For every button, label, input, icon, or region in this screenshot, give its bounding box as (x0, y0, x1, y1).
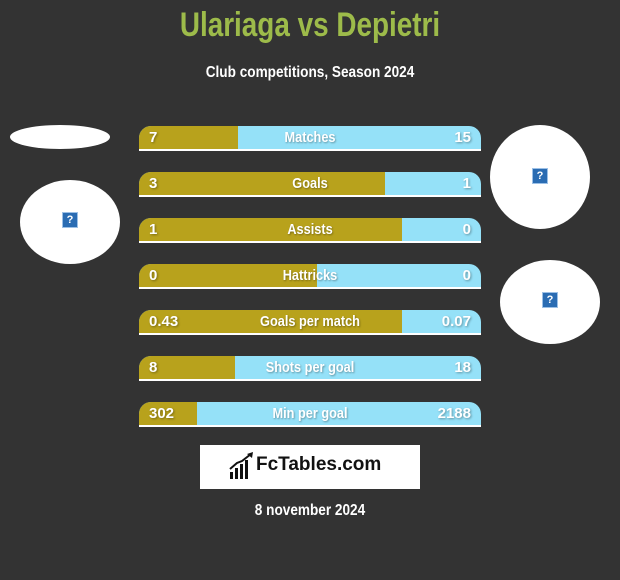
report-date: 8 november 2024 (254, 502, 366, 519)
stat-bar-goals-per-match: 0.43 Goals per match 0.07 (139, 310, 481, 335)
left-value: 3 (149, 175, 158, 192)
stat-label: Assists (287, 221, 333, 238)
bar-chart-icon (229, 452, 253, 479)
right-value: 0 (462, 221, 471, 238)
image-placeholder-icon: ? (532, 168, 548, 184)
right-team-badge: ? (500, 260, 600, 344)
right-value: 1 (462, 175, 471, 192)
right-value: 18 (454, 359, 471, 376)
image-placeholder-icon: ? (542, 292, 558, 308)
stat-bar-shots-per-goal: 8 Shots per goal 18 (139, 356, 481, 381)
right-value: 0 (462, 267, 471, 284)
stat-label: Shots per goal (265, 359, 355, 376)
left-value: 0 (149, 267, 158, 284)
page-title: Ulariaga vs Depietri (179, 6, 441, 44)
right-value: 2188 (437, 405, 471, 422)
left-player-photo: ? (20, 180, 120, 264)
left-value: 8 (149, 359, 158, 376)
stat-label: Hattricks (282, 267, 338, 284)
right-player-photo: ? (490, 125, 590, 229)
stat-label: Goals (292, 175, 328, 192)
stat-bar-matches: 7 Matches 15 (139, 126, 481, 151)
logo-text: FcTables.com (256, 454, 382, 475)
stat-bar-goals: 3 Goals 1 (139, 172, 481, 197)
left-value: 1 (149, 221, 158, 238)
stat-label: Matches (284, 129, 336, 146)
left-value: 7 (149, 129, 158, 146)
page-subtitle: Club competitions, Season 2024 (205, 64, 415, 81)
right-value: 15 (454, 129, 471, 146)
stat-label: Goals per match (260, 313, 360, 330)
stat-bar-hattricks: 0 Hattricks 0 (139, 264, 481, 289)
stat-label: Min per goal (272, 405, 348, 422)
left-team-badge (10, 125, 110, 149)
stat-bar-min-per-goal: 302 Min per goal 2188 (139, 402, 481, 427)
image-placeholder-icon: ? (62, 212, 78, 228)
right-value: 0.07 (441, 313, 471, 330)
fctables-logo[interactable]: FcTables.com (200, 445, 420, 489)
stat-bar-assists: 1 Assists 0 (139, 218, 481, 243)
